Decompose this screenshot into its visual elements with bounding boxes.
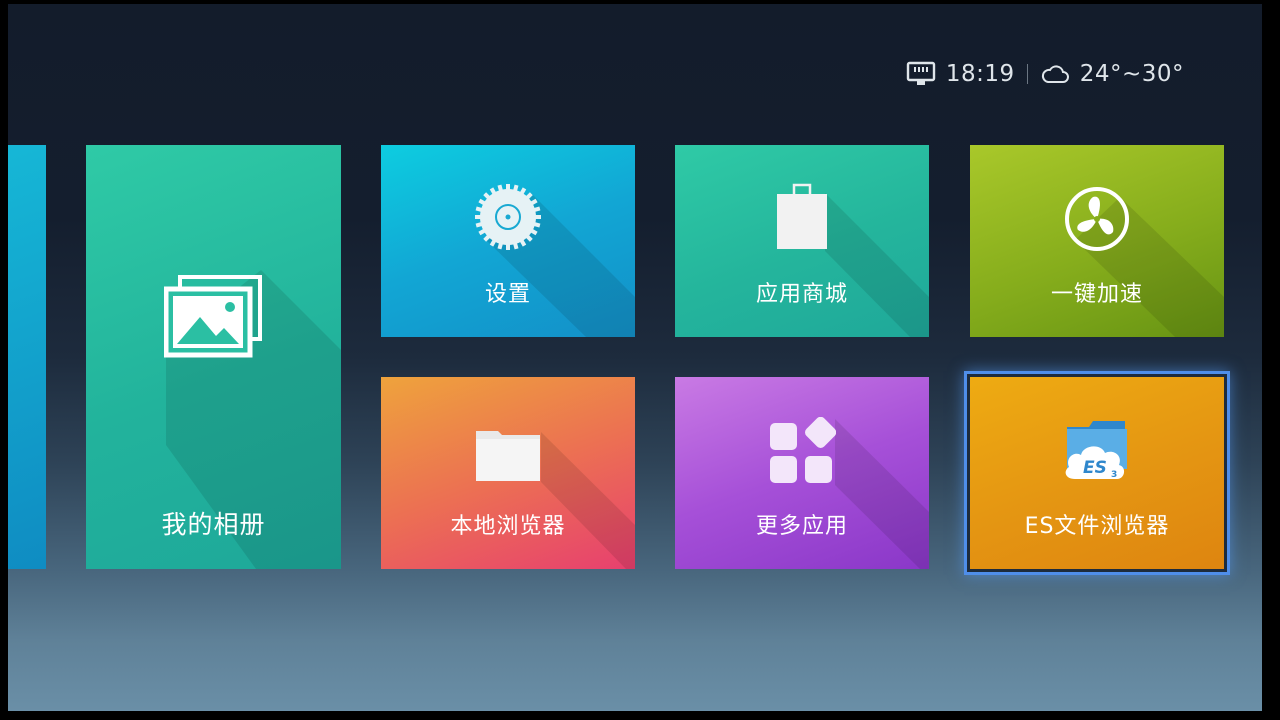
shopping-bag-icon bbox=[775, 179, 829, 255]
tile-one-key-boost[interactable]: 一键加速 bbox=[970, 145, 1224, 337]
tile-label: 更多应用 bbox=[755, 514, 848, 539]
status-divider bbox=[1026, 64, 1028, 84]
tile-offscreen-left[interactable] bbox=[8, 145, 46, 569]
tile-my-album[interactable]: 我的相册 bbox=[86, 145, 341, 569]
fan-icon bbox=[1063, 185, 1131, 257]
tile-label: 设置 bbox=[484, 282, 531, 307]
ethernet-icon bbox=[906, 61, 936, 87]
tile-label: ES文件浏览器 bbox=[1024, 514, 1170, 539]
tile-label: 本地浏览器 bbox=[450, 514, 566, 539]
svg-text:3: 3 bbox=[1111, 470, 1117, 480]
launcher-screen: 18:19 24°~30° 我的相册 设置 应用商城 一键加速 本地浏览器 更多… bbox=[8, 4, 1262, 711]
tile-label: 一键加速 bbox=[1050, 282, 1143, 307]
cloud-icon bbox=[1040, 63, 1070, 85]
weather-status: 24°~30° bbox=[1040, 61, 1184, 87]
tile-label: 我的相册 bbox=[161, 510, 266, 539]
tile-local-browser[interactable]: 本地浏览器 bbox=[381, 377, 635, 569]
svg-text:ES: ES bbox=[1083, 458, 1107, 478]
gear-icon bbox=[474, 183, 542, 255]
tile-label: 应用商城 bbox=[755, 282, 848, 307]
temperature-range: 24°~30° bbox=[1079, 61, 1184, 87]
tile-more-apps[interactable]: 更多应用 bbox=[675, 377, 929, 569]
tile-app-store[interactable]: 应用商城 bbox=[675, 145, 929, 337]
es-file-explorer-icon: ES 3 bbox=[1061, 417, 1133, 487]
tile-settings[interactable]: 设置 bbox=[381, 145, 635, 337]
network-status: 18:19 bbox=[906, 61, 1015, 87]
tile-es-file-explorer[interactable]: ES 3 ES文件浏览器 bbox=[970, 377, 1224, 569]
apps-grid-icon bbox=[768, 416, 837, 489]
folder-icon bbox=[474, 427, 542, 487]
status-bar: 18:19 24°~30° bbox=[906, 56, 1184, 92]
photo-album-icon bbox=[163, 273, 264, 363]
clock-time: 18:19 bbox=[945, 61, 1015, 87]
